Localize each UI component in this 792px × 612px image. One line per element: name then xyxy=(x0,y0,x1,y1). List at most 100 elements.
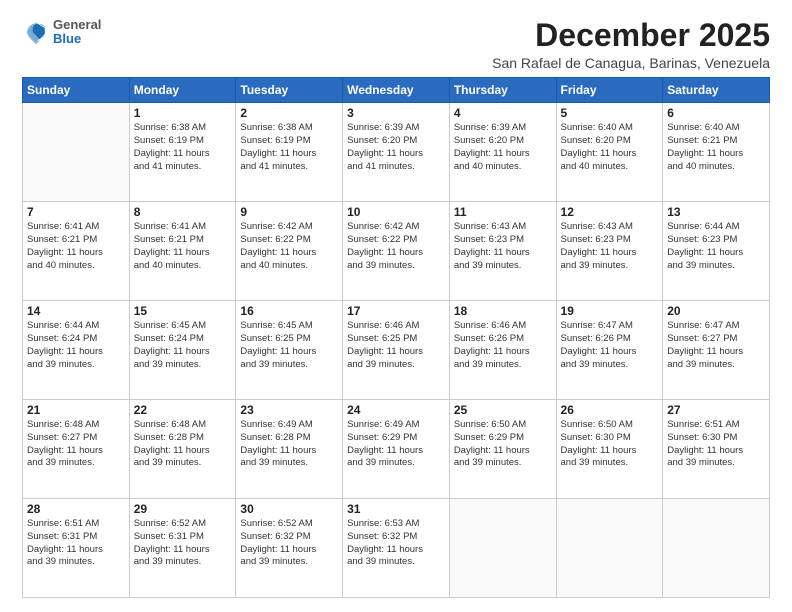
day-number: 31 xyxy=(347,502,445,516)
day-info: Sunrise: 6:41 AM Sunset: 6:21 PM Dayligh… xyxy=(27,221,125,272)
day-number: 7 xyxy=(27,205,125,219)
header-sunday: Sunday xyxy=(23,78,130,103)
day-number: 30 xyxy=(240,502,338,516)
header-saturday: Saturday xyxy=(663,78,770,103)
logo-text: General Blue xyxy=(53,18,101,47)
calendar-cell: 6Sunrise: 6:40 AM Sunset: 6:21 PM Daylig… xyxy=(663,103,770,202)
day-info: Sunrise: 6:43 AM Sunset: 6:23 PM Dayligh… xyxy=(454,221,552,272)
header-wednesday: Wednesday xyxy=(343,78,450,103)
calendar-cell: 19 Sunrise: 6:47 AM Sunset: 6:26 PM Dayli… xyxy=(556,301,663,400)
day-info: Sunrise: 6:42 AM Sunset: 6:22 PM Dayligh… xyxy=(240,221,338,272)
day-number: 1 xyxy=(134,106,232,120)
day-info: Sunrise: 6:39 AM Sunset: 6:20 PM Dayligh… xyxy=(454,122,552,173)
calendar-cell: 15 Sunrise: 6:45 AM Sunset: 6:24 PM Dayli… xyxy=(129,301,236,400)
day-number: 14 xyxy=(27,304,125,318)
calendar-cell xyxy=(23,103,130,202)
calendar-cell: 8 Sunrise: 6:41 AM Sunset: 6:21 PM Daylig… xyxy=(129,202,236,301)
logo-blue: Blue xyxy=(53,32,101,46)
calendar-week-1: 7 Sunrise: 6:41 AM Sunset: 6:21 PM Daylig… xyxy=(23,202,770,301)
day-info: Sunrise: 6:47 AM Sunset: 6:27 PM Dayligh… xyxy=(667,320,765,371)
calendar-cell: 5 Sunrise: 6:40 AM Sunset: 6:20 PM Daylig… xyxy=(556,103,663,202)
day-info: Sunrise: 6:50 AM Sunset: 6:30 PM Dayligh… xyxy=(561,419,659,470)
day-info: Sunrise: 6:48 AM Sunset: 6:28 PM Dayligh… xyxy=(134,419,232,470)
day-info: Sunrise: 6:46 AM Sunset: 6:25 PM Dayligh… xyxy=(347,320,445,371)
day-number: 21 xyxy=(27,403,125,417)
day-info: Sunrise: 6:52 AM Sunset: 6:32 PM Dayligh… xyxy=(240,518,338,569)
day-number: 15 xyxy=(134,304,232,318)
calendar-table: Sunday Monday Tuesday Wednesday Thursday… xyxy=(22,77,770,598)
day-number: 5 xyxy=(561,106,659,120)
header-friday: Friday xyxy=(556,78,663,103)
page: General Blue December 2025 San Rafael de… xyxy=(0,0,792,612)
day-info: Sunrise: 6:38 AM Sunset: 6:19 PM Dayligh… xyxy=(240,122,338,173)
day-info: Sunrise: 6:51 AM Sunset: 6:30 PM Dayligh… xyxy=(667,419,765,470)
logo-general: General xyxy=(53,18,101,32)
day-info: Sunrise: 6:49 AM Sunset: 6:28 PM Dayligh… xyxy=(240,419,338,470)
calendar-cell: 21Sunrise: 6:48 AM Sunset: 6:27 PM Dayli… xyxy=(23,400,130,499)
calendar-cell: 28Sunrise: 6:51 AM Sunset: 6:31 PM Dayli… xyxy=(23,499,130,598)
calendar-cell: 26 Sunrise: 6:50 AM Sunset: 6:30 PM Dayli… xyxy=(556,400,663,499)
day-number: 27 xyxy=(667,403,765,417)
day-info: Sunrise: 6:49 AM Sunset: 6:29 PM Dayligh… xyxy=(347,419,445,470)
day-number: 29 xyxy=(134,502,232,516)
day-info: Sunrise: 6:40 AM Sunset: 6:20 PM Dayligh… xyxy=(561,122,659,173)
title-block: December 2025 San Rafael de Canagua, Bar… xyxy=(492,18,770,71)
calendar-cell xyxy=(556,499,663,598)
day-info: Sunrise: 6:43 AM Sunset: 6:23 PM Dayligh… xyxy=(561,221,659,272)
day-info: Sunrise: 6:44 AM Sunset: 6:24 PM Dayligh… xyxy=(27,320,125,371)
day-number: 13 xyxy=(667,205,765,219)
day-info: Sunrise: 6:53 AM Sunset: 6:32 PM Dayligh… xyxy=(347,518,445,569)
calendar-cell: 22Sunrise: 6:48 AM Sunset: 6:28 PM Dayli… xyxy=(129,400,236,499)
day-info: Sunrise: 6:45 AM Sunset: 6:24 PM Dayligh… xyxy=(134,320,232,371)
calendar-cell: 1Sunrise: 6:38 AM Sunset: 6:19 PM Daylig… xyxy=(129,103,236,202)
calendar-cell: 30 Sunrise: 6:52 AM Sunset: 6:32 PM Dayli… xyxy=(236,499,343,598)
calendar-cell: 31 Sunrise: 6:53 AM Sunset: 6:32 PM Dayli… xyxy=(343,499,450,598)
day-number: 26 xyxy=(561,403,659,417)
header-monday: Monday xyxy=(129,78,236,103)
day-number: 12 xyxy=(561,205,659,219)
calendar-header-row: Sunday Monday Tuesday Wednesday Thursday… xyxy=(23,78,770,103)
calendar-cell: 20 Sunrise: 6:47 AM Sunset: 6:27 PM Dayli… xyxy=(663,301,770,400)
calendar-cell: 16Sunrise: 6:45 AM Sunset: 6:25 PM Dayli… xyxy=(236,301,343,400)
day-info: Sunrise: 6:41 AM Sunset: 6:21 PM Dayligh… xyxy=(134,221,232,272)
calendar-cell: 13 Sunrise: 6:44 AM Sunset: 6:23 PM Dayli… xyxy=(663,202,770,301)
day-number: 11 xyxy=(454,205,552,219)
calendar-week-0: 1 Sunrise: 6:38 AM Sunset: 6:19 PM Daylig… xyxy=(23,103,770,202)
day-number: 19 xyxy=(561,304,659,318)
calendar-week-3: 21Sunrise: 6:48 AM Sunset: 6:27 PM Dayli… xyxy=(23,400,770,499)
day-number: 8 xyxy=(134,205,232,219)
day-number: 10 xyxy=(347,205,445,219)
calendar-week-2: 14 Sunrise: 6:44 AM Sunset: 6:24 PM Dayli… xyxy=(23,301,770,400)
day-number: 17 xyxy=(347,304,445,318)
calendar-cell: 4Sunrise: 6:39 AM Sunset: 6:20 PM Daylig… xyxy=(449,103,556,202)
calendar-cell: 17 Sunrise: 6:46 AM Sunset: 6:25 PM Dayli… xyxy=(343,301,450,400)
calendar-cell: 2 Sunrise: 6:38 AM Sunset: 6:19 PM Daylig… xyxy=(236,103,343,202)
calendar-week-4: 28Sunrise: 6:51 AM Sunset: 6:31 PM Dayli… xyxy=(23,499,770,598)
calendar-cell: 25 Sunrise: 6:50 AM Sunset: 6:29 PM Dayli… xyxy=(449,400,556,499)
calendar-cell: 27 Sunrise: 6:51 AM Sunset: 6:30 PM Dayli… xyxy=(663,400,770,499)
day-number: 6 xyxy=(667,106,765,120)
day-number: 3 xyxy=(347,106,445,120)
calendar-cell: 24 Sunrise: 6:49 AM Sunset: 6:29 PM Dayli… xyxy=(343,400,450,499)
day-number: 24 xyxy=(347,403,445,417)
header: General Blue December 2025 San Rafael de… xyxy=(22,18,770,71)
day-number: 9 xyxy=(240,205,338,219)
day-info: Sunrise: 6:39 AM Sunset: 6:20 PM Dayligh… xyxy=(347,122,445,173)
day-number: 20 xyxy=(667,304,765,318)
logo-icon xyxy=(22,18,50,46)
day-info: Sunrise: 6:45 AM Sunset: 6:25 PM Dayligh… xyxy=(240,320,338,371)
day-info: Sunrise: 6:47 AM Sunset: 6:26 PM Dayligh… xyxy=(561,320,659,371)
day-info: Sunrise: 6:50 AM Sunset: 6:29 PM Dayligh… xyxy=(454,419,552,470)
day-number: 2 xyxy=(240,106,338,120)
calendar-cell: 23Sunrise: 6:49 AM Sunset: 6:28 PM Dayli… xyxy=(236,400,343,499)
calendar-cell xyxy=(449,499,556,598)
day-info: Sunrise: 6:52 AM Sunset: 6:31 PM Dayligh… xyxy=(134,518,232,569)
day-number: 25 xyxy=(454,403,552,417)
calendar-cell: 11 Sunrise: 6:43 AM Sunset: 6:23 PM Dayli… xyxy=(449,202,556,301)
day-info: Sunrise: 6:44 AM Sunset: 6:23 PM Dayligh… xyxy=(667,221,765,272)
day-number: 18 xyxy=(454,304,552,318)
day-info: Sunrise: 6:42 AM Sunset: 6:22 PM Dayligh… xyxy=(347,221,445,272)
day-info: Sunrise: 6:51 AM Sunset: 6:31 PM Dayligh… xyxy=(27,518,125,569)
calendar-cell: 12 Sunrise: 6:43 AM Sunset: 6:23 PM Dayli… xyxy=(556,202,663,301)
day-info: Sunrise: 6:46 AM Sunset: 6:26 PM Dayligh… xyxy=(454,320,552,371)
